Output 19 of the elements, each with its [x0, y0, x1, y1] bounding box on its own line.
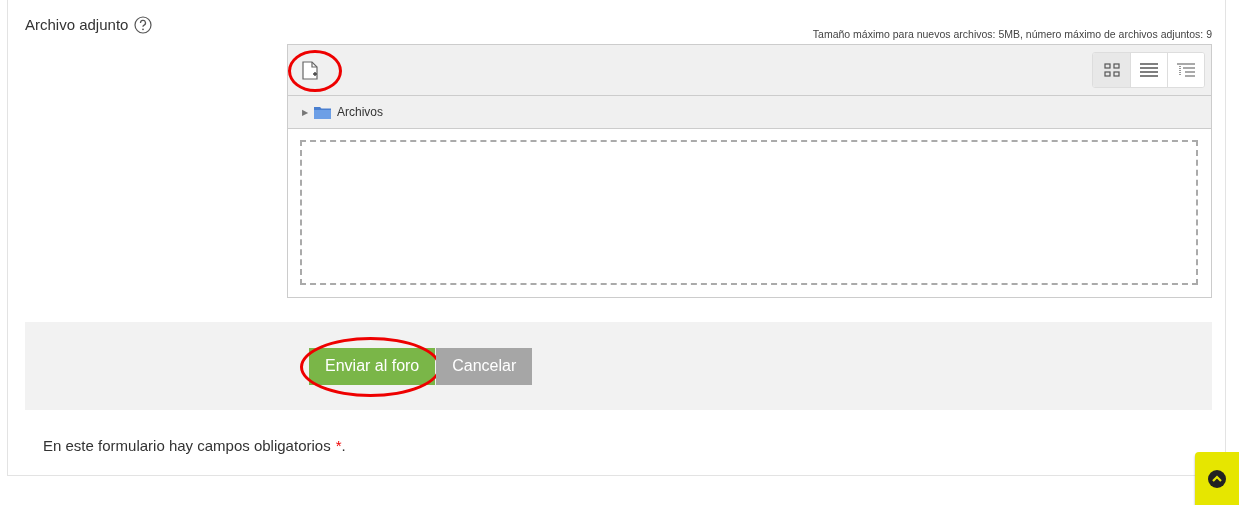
note-period: . — [341, 437, 346, 454]
required-mark: * — [335, 437, 342, 454]
expand-arrow[interactable]: ▶ — [302, 107, 308, 117]
field-label: Archivo adjunto — [25, 16, 129, 33]
tree-view-icon — [1177, 63, 1195, 77]
add-file-icon[interactable] — [302, 60, 318, 80]
view-button[interactable] — [1167, 53, 1204, 87]
file-limits-text: Tamaño máximo para nuevos archivos: 5MB, número máximo de archivos adjuntos: 9 — [812, 28, 1212, 42]
path-label[interactable]: Archivos — [337, 105, 383, 119]
required-fields-note: En este formulario hay campos obligatorios — [43, 437, 331, 454]
help-icon[interactable] — [134, 16, 153, 34]
list-view-icon — [1140, 63, 1158, 77]
cancel-button[interactable]: Cancelar — [436, 347, 533, 385]
grid-view-icon — [1103, 63, 1120, 77]
view-button[interactable] — [1093, 53, 1130, 87]
submit-button[interactable]: Enviar al foro — [309, 347, 436, 385]
chevron-up-icon — [1208, 469, 1226, 488]
back-to-top-button[interactable] — [1195, 452, 1239, 505]
folder-icon — [314, 105, 331, 119]
